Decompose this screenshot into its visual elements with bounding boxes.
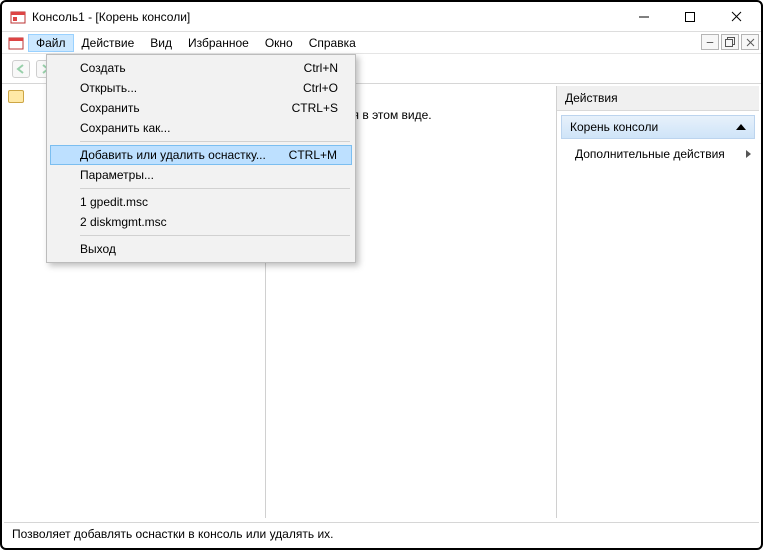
menu-item-recent-2-label: 2 diskmgmt.msc	[80, 215, 167, 229]
actions-root-row[interactable]: Корень консоли	[561, 115, 755, 139]
menu-item-options[interactable]: Параметры...	[50, 165, 352, 185]
back-button[interactable]	[12, 60, 30, 78]
minimize-button[interactable]	[621, 2, 667, 32]
menu-item-add-remove-snapin[interactable]: Добавить или удалить оснастку... CTRL+M	[50, 145, 352, 165]
menu-bar: Файл Действие Вид Избранное Окно Справка…	[2, 32, 761, 54]
menu-separator	[80, 235, 350, 236]
actions-header: Действия	[557, 86, 759, 111]
menu-item-new-shortcut: Ctrl+N	[304, 61, 338, 75]
status-text: Позволяет добавлять оснастки в консоль и…	[12, 527, 333, 541]
menu-item-recent-1-label: 1 gpedit.msc	[80, 195, 148, 209]
menu-item-exit[interactable]: Выход	[50, 239, 352, 259]
menu-item-recent-1[interactable]: 1 gpedit.msc	[50, 192, 352, 212]
menu-separator	[80, 188, 350, 189]
collapse-icon	[736, 124, 746, 130]
menu-item-save-shortcut: CTRL+S	[292, 101, 338, 115]
file-menu-dropdown: Создать Ctrl+N Открыть... Ctrl+O Сохрани…	[46, 54, 356, 263]
mmc-window-icon	[8, 35, 24, 51]
menu-item-add-remove-shortcut: CTRL+M	[289, 148, 337, 162]
menu-item-open-label: Открыть...	[80, 81, 137, 95]
app-icon	[10, 9, 26, 25]
mdi-minimize-button[interactable]: －	[701, 34, 719, 50]
actions-more-row[interactable]: Дополнительные действия	[557, 143, 759, 165]
menu-item-open-shortcut: Ctrl+O	[303, 81, 338, 95]
menu-item-new[interactable]: Создать Ctrl+N	[50, 58, 352, 78]
actions-pane: Действия Корень консоли Дополнительные д…	[557, 86, 759, 518]
menu-file[interactable]: Файл	[28, 34, 74, 52]
menu-action[interactable]: Действие	[74, 34, 143, 52]
menu-item-options-label: Параметры...	[80, 168, 154, 182]
menu-item-save-label: Сохранить	[80, 101, 140, 115]
mdi-close-button[interactable]	[741, 34, 759, 50]
menu-item-exit-label: Выход	[80, 242, 116, 256]
actions-root-label: Корень консоли	[570, 120, 658, 134]
menu-item-save[interactable]: Сохранить CTRL+S	[50, 98, 352, 118]
window-title: Консоль1 - [Корень консоли]	[32, 10, 621, 24]
menu-item-new-label: Создать	[80, 61, 126, 75]
close-button[interactable]	[713, 2, 759, 32]
mdi-restore-button[interactable]	[721, 34, 739, 50]
folder-icon	[8, 90, 24, 103]
menu-item-add-remove-label: Добавить или удалить оснастку...	[80, 148, 266, 162]
menu-item-open[interactable]: Открыть... Ctrl+O	[50, 78, 352, 98]
menu-item-save-as-label: Сохранить как...	[80, 121, 170, 135]
actions-more-label: Дополнительные действия	[575, 147, 725, 161]
menu-help[interactable]: Справка	[301, 34, 364, 52]
menu-window[interactable]: Окно	[257, 34, 301, 52]
title-bar: Консоль1 - [Корень консоли]	[2, 2, 761, 32]
chevron-right-icon	[746, 150, 751, 158]
maximize-button[interactable]	[667, 2, 713, 32]
menu-separator	[80, 141, 350, 142]
menu-item-recent-2[interactable]: 2 diskmgmt.msc	[50, 212, 352, 232]
menu-favorites[interactable]: Избранное	[180, 34, 257, 52]
status-bar: Позволяет добавлять оснастки в консоль и…	[4, 522, 759, 546]
menu-view[interactable]: Вид	[142, 34, 180, 52]
menu-item-save-as[interactable]: Сохранить как...	[50, 118, 352, 138]
